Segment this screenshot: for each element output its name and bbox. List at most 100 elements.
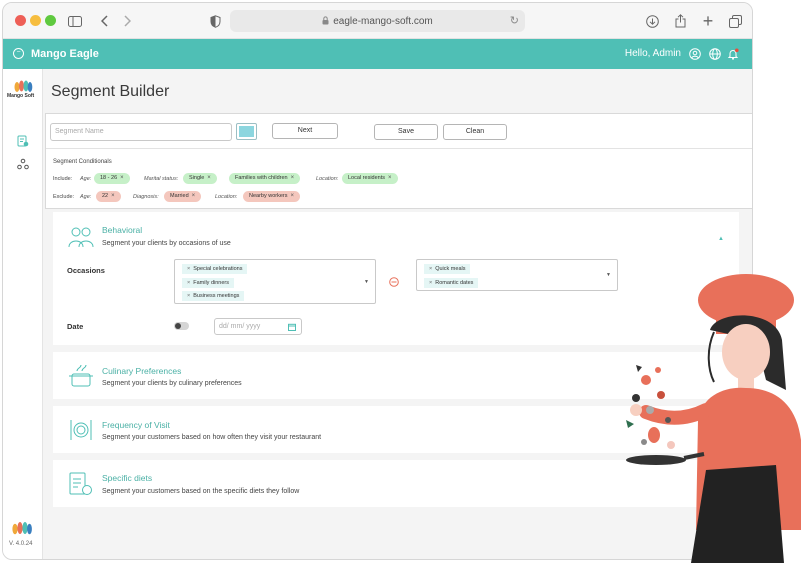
chip-text: Nearby workers [249, 193, 288, 199]
network-icon[interactable] [17, 158, 29, 170]
remove-icon[interactable]: × [291, 175, 295, 181]
user-greeting: Hello, Admin [624, 48, 681, 59]
include-marital-label: Marital status: [144, 176, 179, 182]
sidebar: Mango Soft V. 4.0.24 [3, 69, 43, 559]
occasion-tag[interactable]: × Business meetings [182, 291, 245, 301]
occasion-tag[interactable]: × Romantic dates [424, 278, 479, 288]
menu-icon[interactable]: − [13, 48, 24, 59]
include-marital-chip[interactable]: Families with children × [229, 173, 301, 184]
segment-toolbar-card: Segment Name Next Save Clean Segment Con… [45, 113, 752, 209]
occasion-tag[interactable]: × Special celebrations [182, 264, 248, 274]
exclude-diagnosis-chip[interactable]: Married × [164, 191, 202, 202]
color-swatch [239, 126, 254, 137]
tag-text: Business meetings [193, 293, 240, 299]
chip-text: Married [170, 193, 189, 199]
minimize-window-button[interactable] [30, 15, 41, 26]
remove-icon[interactable]: × [192, 193, 196, 199]
new-tab-icon[interactable]: + [699, 11, 717, 31]
back-icon[interactable] [96, 12, 114, 30]
remove-icon[interactable]: × [187, 266, 190, 272]
remove-icon[interactable]: × [429, 266, 432, 272]
url-text: eagle-mango-soft.com [333, 15, 433, 27]
cooking-pot-icon [69, 364, 93, 387]
page-title: Segment Builder [51, 83, 170, 100]
remove-icon[interactable]: × [187, 280, 190, 286]
segments-icon[interactable] [17, 135, 29, 147]
tag-text: Special celebrations [193, 266, 243, 272]
forward-icon[interactable] [118, 12, 136, 30]
occasions-select-left[interactable]: × Special celebrations × Family dinners × B… [174, 259, 376, 304]
date-label: Date [67, 322, 84, 331]
collapse-icon[interactable]: ▲ [718, 236, 724, 242]
occasion-tag[interactable]: × Family dinners [182, 278, 234, 288]
remove-icon[interactable]: × [291, 193, 295, 199]
next-button[interactable]: Next [272, 123, 338, 139]
save-button[interactable]: Save [374, 124, 438, 140]
people-icon [68, 227, 94, 248]
frequency-description: Segment your customers based on how ofte… [102, 434, 322, 441]
close-window-button[interactable] [15, 15, 26, 26]
chip-text: Local residents [348, 175, 385, 181]
share-icon[interactable] [671, 12, 689, 30]
remove-icon[interactable]: × [429, 280, 432, 286]
chef-illustration [626, 274, 801, 563]
chip-text: 18 - 26 [100, 175, 118, 181]
app-brand: Mango Eagle [31, 48, 99, 60]
reload-icon[interactable]: ↻ [510, 14, 519, 27]
calendar-icon[interactable] [288, 323, 296, 331]
remove-icon[interactable]: × [111, 193, 115, 199]
culinary-description: Segment your clients by culinary prefere… [102, 380, 242, 387]
occasion-tag[interactable]: × Quick meals [424, 264, 471, 274]
bell-icon[interactable] [727, 47, 740, 60]
exclude-diagnosis-label: Diagnosis: [133, 194, 159, 200]
include-marital-chip[interactable]: Single × [183, 173, 217, 184]
clean-button[interactable]: Clean [443, 124, 507, 140]
divider [46, 148, 752, 149]
diet-list-icon [69, 472, 92, 495]
sidebar-toggle-icon[interactable] [66, 12, 84, 30]
logo-text: Mango Soft [7, 93, 35, 99]
tabs-icon[interactable] [726, 12, 744, 30]
occasions-select-right[interactable]: × Quick meals × Romantic dates ▼ [416, 259, 618, 291]
remove-icon[interactable]: × [388, 175, 392, 181]
chevron-down-icon[interactable]: ▼ [364, 279, 369, 285]
lock-icon [322, 15, 329, 27]
include-age-label: Age: [80, 176, 92, 182]
download-icon[interactable] [643, 12, 661, 30]
include-location-chip[interactable]: Local residents × [342, 173, 398, 184]
segment-conditionals-heading: Segment Conditionals [53, 159, 112, 165]
tag-text: Quick meals [435, 266, 466, 272]
shield-icon[interactable] [206, 12, 224, 30]
date-toggle[interactable] [174, 322, 189, 330]
remove-icon[interactable]: × [187, 293, 190, 299]
chip-text: Families with children [235, 175, 288, 181]
globe-icon[interactable] [709, 47, 722, 60]
segment-name-input[interactable]: Segment Name [50, 123, 232, 141]
diets-description: Segment your customers based on the spec… [102, 488, 300, 495]
remove-icon[interactable]: × [207, 175, 211, 181]
app-header: − Mango Eagle Hello, Admin [3, 39, 752, 69]
color-picker[interactable] [236, 123, 257, 140]
mango-soft-small-logo [12, 522, 32, 535]
diets-title: Specific diets [102, 473, 153, 483]
user-icon[interactable] [689, 47, 702, 60]
exclude-location-chip[interactable]: Nearby workers × [243, 191, 301, 202]
date-input[interactable]: dd/ mm/ yyyy [214, 318, 302, 335]
minus-circle-icon[interactable] [389, 277, 399, 287]
exclude-label: Exclude: [53, 194, 75, 200]
address-bar[interactable]: eagle-mango-soft.com ↻ [230, 10, 525, 32]
date-placeholder: dd/ mm/ yyyy [219, 323, 261, 330]
behavioral-description: Segment your clients by occasions of use [102, 240, 231, 247]
tag-text: Family dinners [193, 280, 229, 286]
remove-icon[interactable]: × [120, 175, 124, 181]
exclude-age-chip[interactable]: 22 × [96, 191, 121, 202]
tag-text: Romantic dates [435, 280, 474, 286]
app-version: V. 4.0.24 [9, 541, 33, 547]
maximize-window-button[interactable] [45, 15, 56, 26]
include-location-label: Location: [316, 176, 339, 182]
behavioral-title: Behavioral [102, 225, 143, 235]
include-label: Include: [53, 176, 73, 182]
culinary-title: Culinary Preferences [102, 366, 182, 376]
include-age-chip[interactable]: 18 - 26 × [94, 173, 130, 184]
plate-cutlery-icon [70, 420, 92, 440]
